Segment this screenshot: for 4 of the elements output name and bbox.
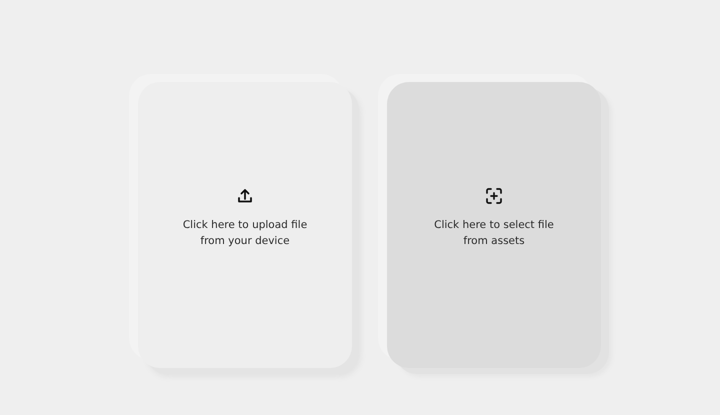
file-source-card[interactable]: Click here to select file from assets [387, 82, 601, 368]
upload-icon [236, 187, 254, 205]
add-frame-icon [485, 187, 503, 205]
file-source-card[interactable]: Click here to upload file from your device [138, 82, 352, 368]
